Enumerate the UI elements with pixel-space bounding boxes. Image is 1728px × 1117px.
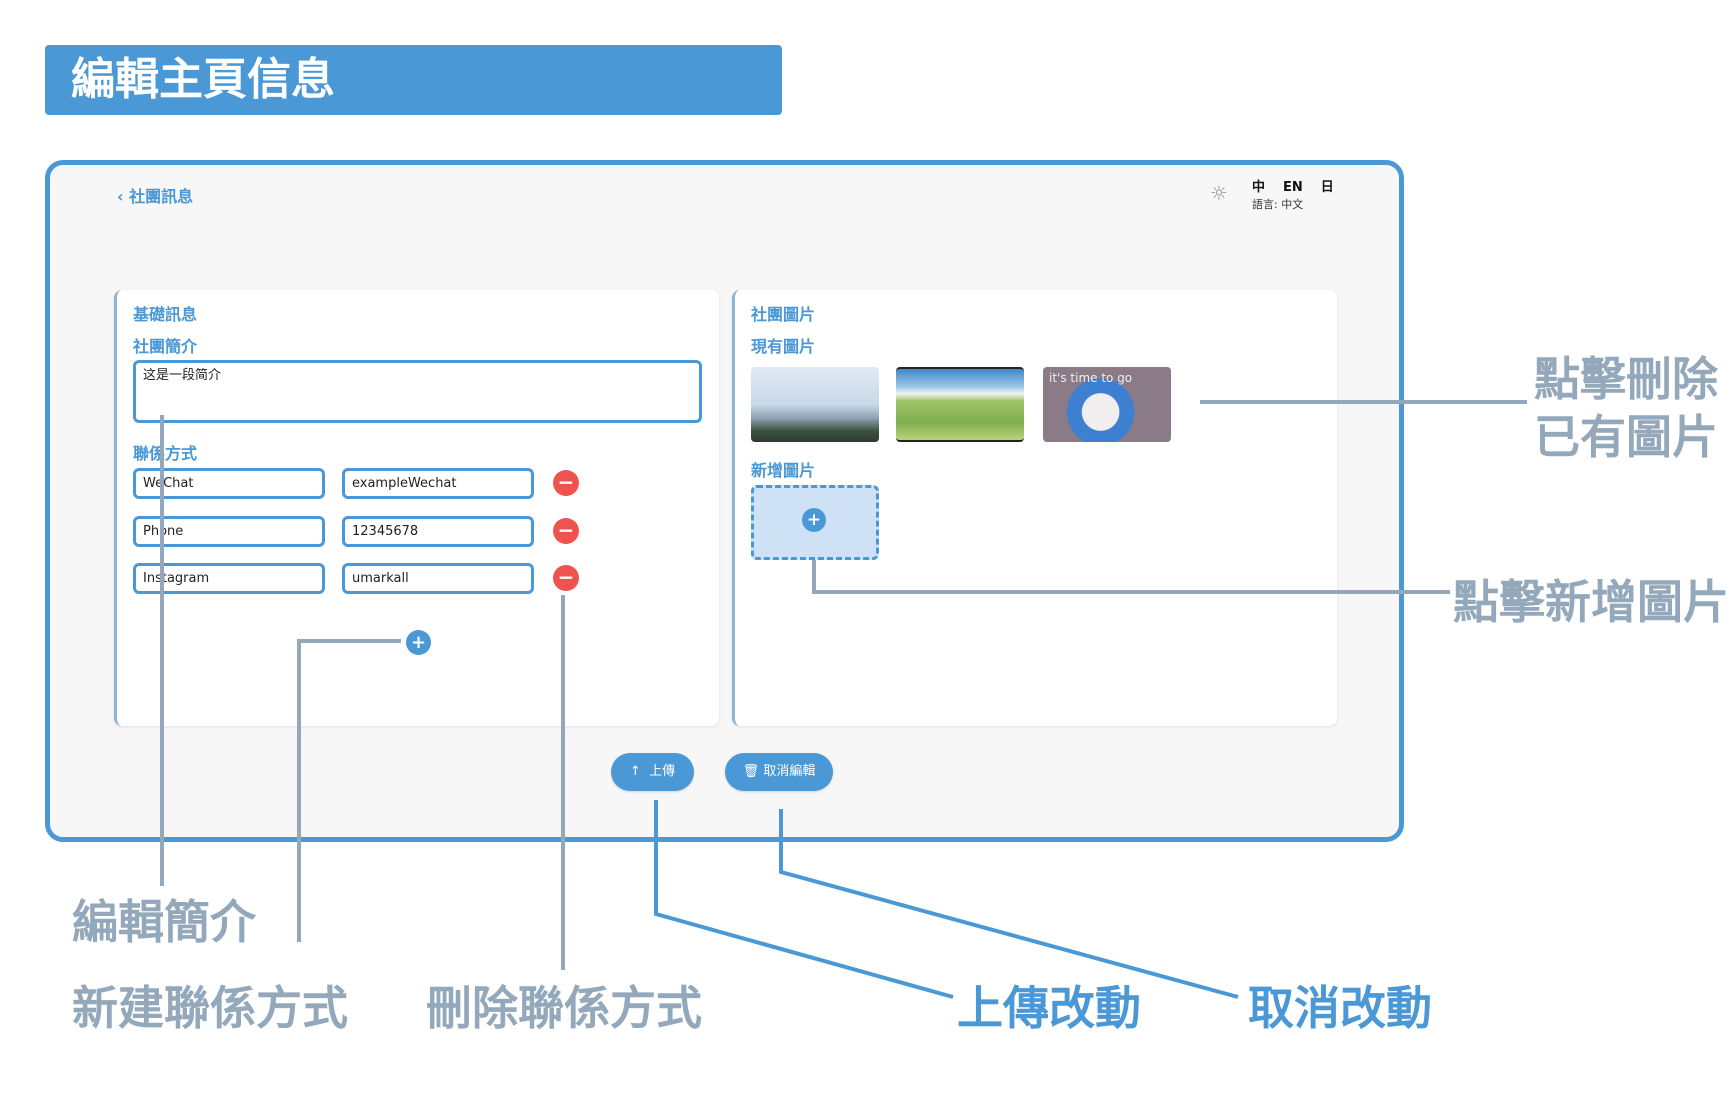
leader-new-contact <box>297 639 401 942</box>
annotation-cancel-changes: 取消改動 <box>1248 981 1432 1035</box>
annotation-edit-intro: 編輯簡介 <box>72 895 256 949</box>
annotation-line-1: 點擊刪除 <box>1534 352 1718 406</box>
annotation-upload-changes: 上傳改動 <box>957 981 1141 1035</box>
annotation-delete-contact: 刪除聯係方式 <box>426 981 702 1035</box>
annotation-lines <box>160 400 1527 999</box>
annotation-add-image: 點擊新增圖片 <box>1453 575 1728 629</box>
leader-add-image <box>812 560 1450 594</box>
annotation-new-contact: 新建聯係方式 <box>72 981 348 1035</box>
leader-upload <box>654 800 954 999</box>
annotation-line-2: 已有圖片 <box>1534 410 1718 464</box>
annotation-delete-image: 點擊刪除 已有圖片 <box>1534 350 1718 466</box>
